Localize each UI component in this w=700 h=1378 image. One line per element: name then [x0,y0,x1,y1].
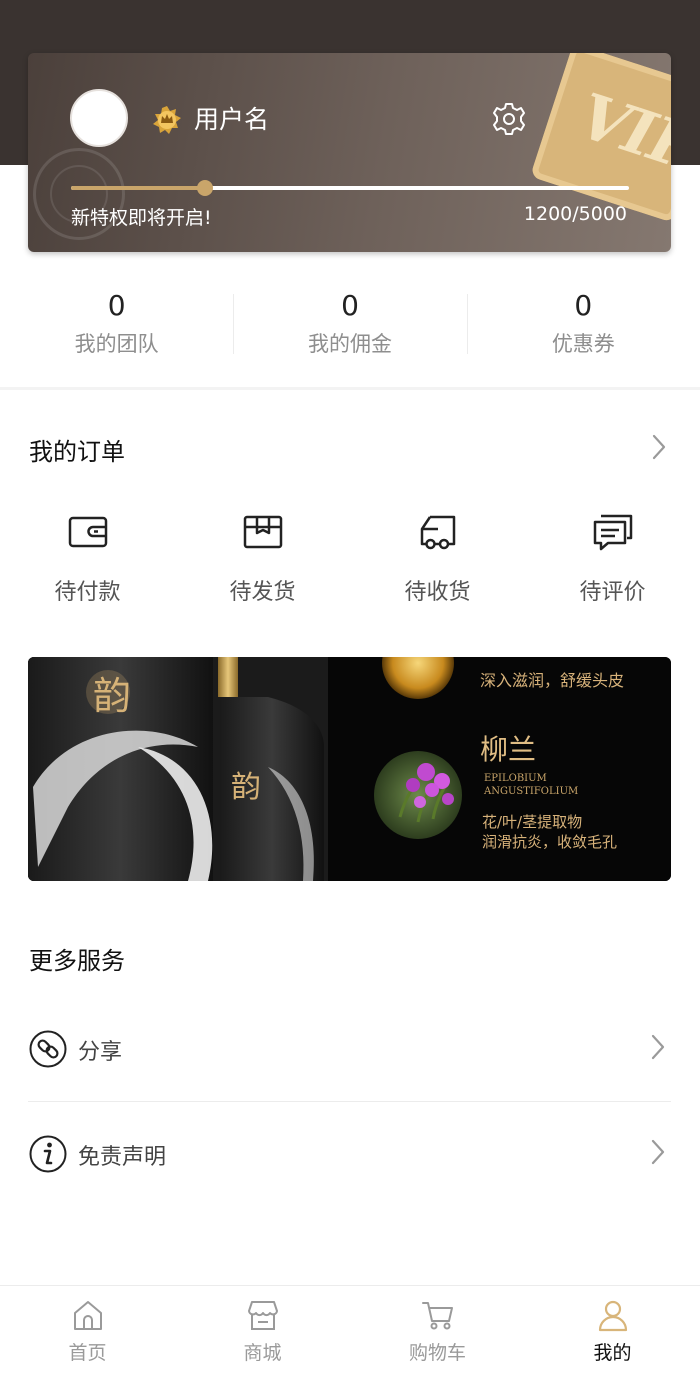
vip-member-card[interactable]: VIP 用户名 新特权即将开启! 1200/5000 [28,53,671,252]
order-label: 待发货 [229,580,296,605]
tab-mine[interactable]: 我的 [525,1286,700,1378]
truck-icon [420,515,455,550]
orders-section-title: 我的订单 [29,438,125,466]
comment-icon [593,514,632,551]
tab-store[interactable]: 商城 [175,1286,350,1378]
stat-value: 0 [341,289,359,322]
info-icon [29,1135,67,1173]
crown-badge-icon [153,106,181,134]
user-icon [598,1300,627,1332]
order-label: 待收货 [404,580,471,605]
order-pending-payment[interactable]: 待付款 [0,500,175,610]
banner-caption: 深入滋润，舒缓头皮 [480,671,624,690]
section-divider [0,387,700,390]
store-icon [247,1301,278,1330]
service-share[interactable]: 分享 [28,996,671,1100]
stat-my-commission[interactable]: 0 我的佣金 [233,280,466,380]
banner-herb-latin: ANGUSTIFOLIUM [483,786,578,797]
tab-label: 购物车 [408,1342,466,1364]
stat-label: 我的团队 [74,332,159,356]
share-link-icon [29,1030,67,1068]
stat-label: 我的佣金 [307,332,392,356]
settings-gear-icon[interactable] [491,101,527,137]
service-disclaimer[interactable]: 免责声明 [28,1101,671,1205]
order-pending-shipment[interactable]: 待发货 [175,500,350,610]
banner-herb-name: 柳兰 [480,733,536,766]
tab-label: 商城 [243,1342,282,1364]
order-pending-receipt[interactable]: 待收货 [350,500,525,610]
chevron-right-icon [651,1034,665,1060]
level-progress-knob [196,180,213,196]
stat-value: 0 [107,289,126,322]
tab-cart[interactable]: 购物车 [350,1286,525,1378]
stat-value: 0 [574,289,593,322]
tab-label: 我的 [593,1342,632,1364]
stat-coupons[interactable]: 0 优惠券 [466,280,700,380]
stat-label: 优惠券 [551,332,615,356]
services-section-title: 更多服务 [29,947,125,975]
banner-desc: 润滑抗炎，收敛毛孔 [482,833,617,851]
level-progress-bar [71,180,629,196]
order-pending-review[interactable]: 待评价 [525,500,700,610]
chevron-right-icon [651,1139,665,1165]
tab-label: 首页 [68,1342,107,1364]
promo-banner[interactable]: 韵 韵 深入滋润，舒缓头皮 柳兰 EPILOBIUM ANGUSTIFOLIUM… [28,657,671,881]
bottle-mark: 韵 [231,770,261,805]
promo-banner-artwork: 韵 韵 深入滋润，舒缓头皮 柳兰 EPILOBIUM ANGUSTIFOLIUM… [28,657,671,881]
username: 用户名 [194,105,270,134]
vip-ticket-graphic: VIP [530,53,671,223]
home-icon [73,1301,102,1330]
service-label: 分享 [78,1040,123,1065]
orders-chevron-right-icon[interactable] [650,433,668,461]
order-status-row: 待付款 待发货 待收货 待评价 [0,500,700,610]
tab-home[interactable]: 首页 [0,1286,175,1378]
service-label: 免责声明 [78,1145,167,1170]
bottle-mark: 韵 [93,674,131,718]
stat-my-team[interactable]: 0 我的团队 [0,280,233,380]
order-label: 待评价 [579,580,646,605]
banner-desc: 花/叶/茎提取物 [482,813,582,831]
wallet-icon [68,516,107,548]
privilege-message: 新特权即将开启! [71,207,212,229]
box-icon [243,515,282,549]
avatar[interactable] [70,89,128,147]
level-progress-fill [71,186,205,190]
progress-count: 1200/5000 [523,203,627,225]
bottom-tab-bar: 首页 商城 购物车 我的 [0,1285,700,1378]
vip-badge-text: VIP [570,79,671,185]
account-stats: 0 我的团队 0 我的佣金 0 优惠券 [0,280,700,380]
banner-herb-latin: EPILOBIUM [484,773,547,784]
order-label: 待付款 [54,580,121,605]
cart-icon [421,1302,453,1330]
